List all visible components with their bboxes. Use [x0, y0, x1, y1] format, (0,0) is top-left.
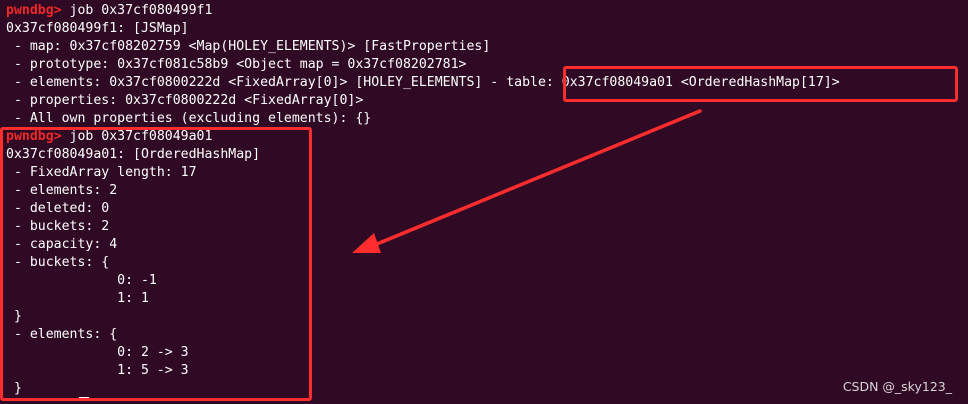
terminal-line-3: - map: 0x37cf08202759 <Map(HOLEY_ELEMENT… [6, 39, 491, 54]
terminal-line-6: - properties: 0x37cf0800222d <FixedArray… [6, 93, 364, 108]
shell-prompt: pwndbg> [6, 3, 62, 18]
terminal-line-2: 0x37cf080499f1: [JSMap] [6, 21, 189, 36]
ordered-hash-map-highlight-box [0, 127, 312, 401]
terminal-line-7: - All own properties (excluding elements… [6, 111, 372, 126]
terminal-line-4: - prototype: 0x37cf081c58b9 <Object map … [6, 57, 467, 72]
terminal-line-1: pwndbg> job 0x37cf080499f1 [6, 2, 212, 20]
watermark: CSDN @_sky123_ [842, 379, 952, 394]
table-pointer-highlight-box [563, 66, 958, 102]
command-text: job 0x37cf080499f1 [61, 3, 213, 18]
